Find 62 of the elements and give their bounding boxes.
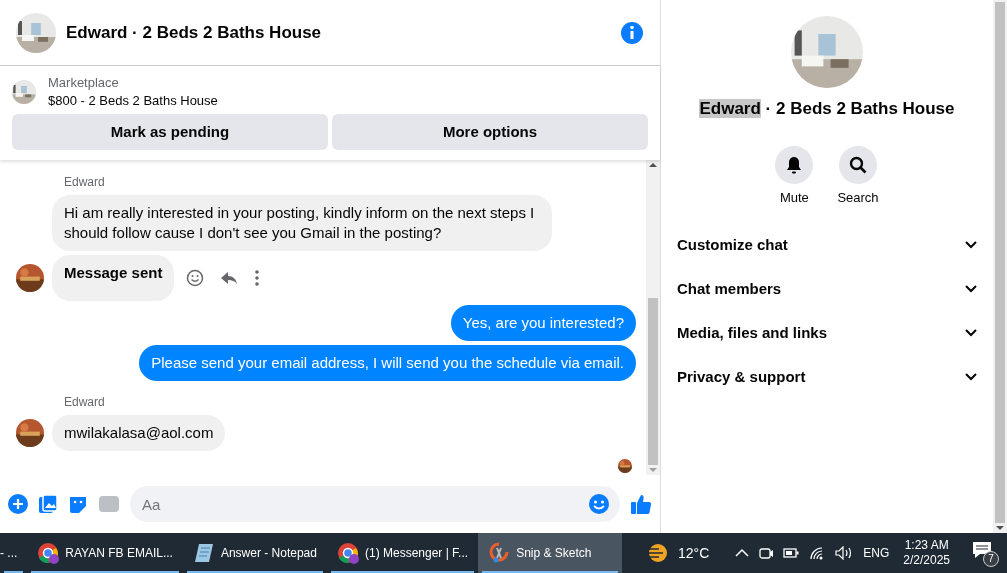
sender-name: Edward (64, 174, 106, 191)
taskbar-button[interactable]: RAYAN FB EMAIL... (27, 533, 183, 573)
message-bubble: mwilakalasa@aol.com (52, 415, 226, 451)
temperature[interactable]: 12°C (678, 542, 710, 564)
speaker-icon[interactable] (835, 546, 854, 560)
section-label[interactable]: Chat members (677, 277, 782, 301)
scroll-down-icon[interactable] (996, 523, 1004, 533)
chevron-icon[interactable] (965, 285, 977, 293)
message-bubble: Yes, are you interested? (450, 305, 636, 341)
message-bubble: Message sent (52, 255, 175, 301)
reply-icon[interactable] (220, 269, 239, 287)
taskbar-button[interactable]: (1) Messenger | F... (326, 533, 479, 573)
section-label[interactable]: Media, files and links (677, 321, 828, 345)
listing-source: Marketplace (48, 74, 120, 92)
chat-icon (972, 539, 992, 560)
scrollbar[interactable] (646, 160, 660, 475)
taskbar-button[interactable]: Answer - Notepad (182, 533, 327, 573)
listing-summary[interactable]: $800 - 2 Beds 2 Baths House (48, 92, 218, 110)
section-label[interactable]: Customize chat (677, 233, 788, 257)
chevron-icon[interactable] (965, 241, 977, 249)
battery-icon[interactable] (783, 548, 800, 558)
taskbar-button[interactable]: Snip & Sketch (478, 533, 623, 573)
notepad-icon (192, 542, 215, 564)
chevron-up-icon[interactable] (735, 548, 750, 558)
section-label[interactable]: Privacy & support (677, 365, 806, 389)
message-bubble: Hi am really interested in your posting, kindly inform on the next steps I should follow cause I don't see you Gmail in the posting? (52, 195, 552, 251)
notification-button[interactable]: 7 (972, 539, 999, 567)
thumbs-up-icon[interactable] (630, 493, 652, 515)
participant-name: Edward (699, 99, 761, 118)
mute-button[interactable] (775, 145, 814, 184)
search-icon (849, 155, 867, 174)
conversation-name: · 2 Beds 2 Baths House (764, 99, 955, 118)
conversation-title: Edward · 2 Beds 2 Baths House (66, 21, 323, 44)
info-icon[interactable] (620, 20, 644, 45)
bell-icon (785, 155, 804, 174)
page-scrollbar[interactable] (993, 0, 1007, 533)
search-label: Search (837, 188, 879, 207)
language-indicator[interactable]: ENG (863, 544, 890, 562)
browser-icon (336, 542, 359, 564)
sender-name: Edward (64, 394, 106, 411)
clock-date[interactable]: 2/2/2025 (903, 553, 950, 568)
more-icon[interactable] (254, 269, 261, 287)
mark-as-pending-button[interactable]: Mark as pending (12, 114, 328, 150)
browser-icon (37, 542, 60, 564)
camera-icon[interactable] (759, 545, 774, 561)
sticker-icon[interactable] (68, 494, 88, 514)
taskbar-button[interactable]: - ... (0, 533, 28, 573)
chevron-icon[interactable] (965, 329, 977, 337)
photo-icon[interactable] (38, 494, 58, 514)
notification-count: 7 (983, 550, 999, 567)
scissors-icon (488, 542, 511, 564)
add-icon[interactable] (8, 494, 28, 514)
chevron-icon[interactable] (965, 373, 977, 381)
more-options-button[interactable]: More options (332, 114, 648, 150)
clock-time[interactable]: 1:23 AM (904, 538, 949, 553)
message-field[interactable]: Aa (130, 486, 620, 522)
emoji-icon[interactable] (588, 493, 610, 515)
message-bubble: Please send your email address, I will send you the schedule via email. (139, 345, 636, 381)
smiley-icon[interactable] (186, 269, 205, 287)
mute-label: Mute (779, 188, 809, 207)
search-button[interactable] (839, 145, 877, 184)
scroll-up-icon[interactable] (649, 160, 657, 170)
